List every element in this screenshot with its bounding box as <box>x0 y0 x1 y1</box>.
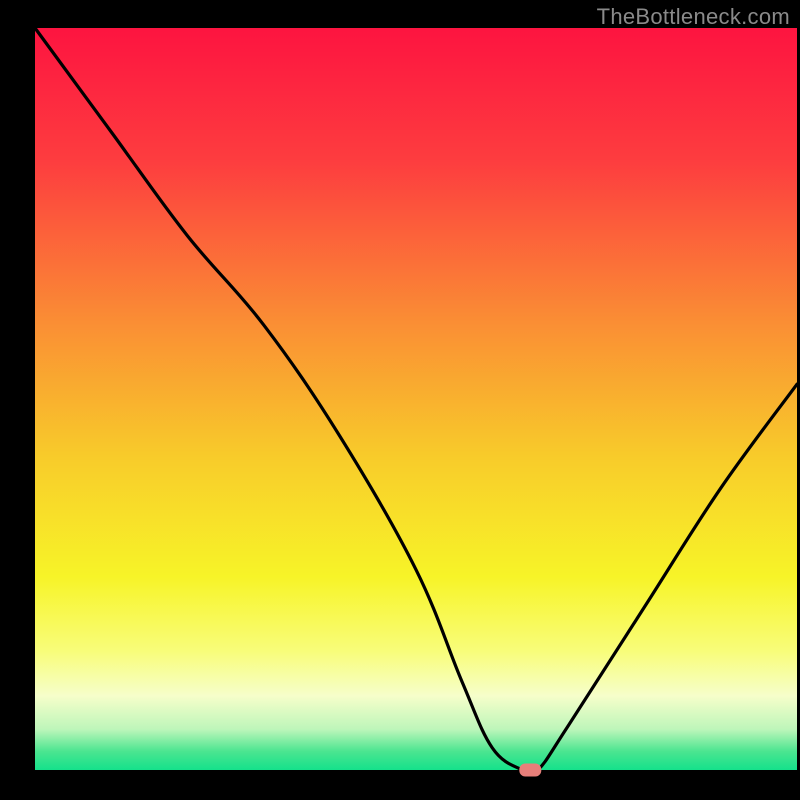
plot-background <box>35 28 797 770</box>
chart-frame: TheBottleneck.com <box>0 0 800 800</box>
bottleneck-chart <box>0 0 800 800</box>
optimal-marker <box>519 764 541 777</box>
watermark-text: TheBottleneck.com <box>597 4 790 30</box>
